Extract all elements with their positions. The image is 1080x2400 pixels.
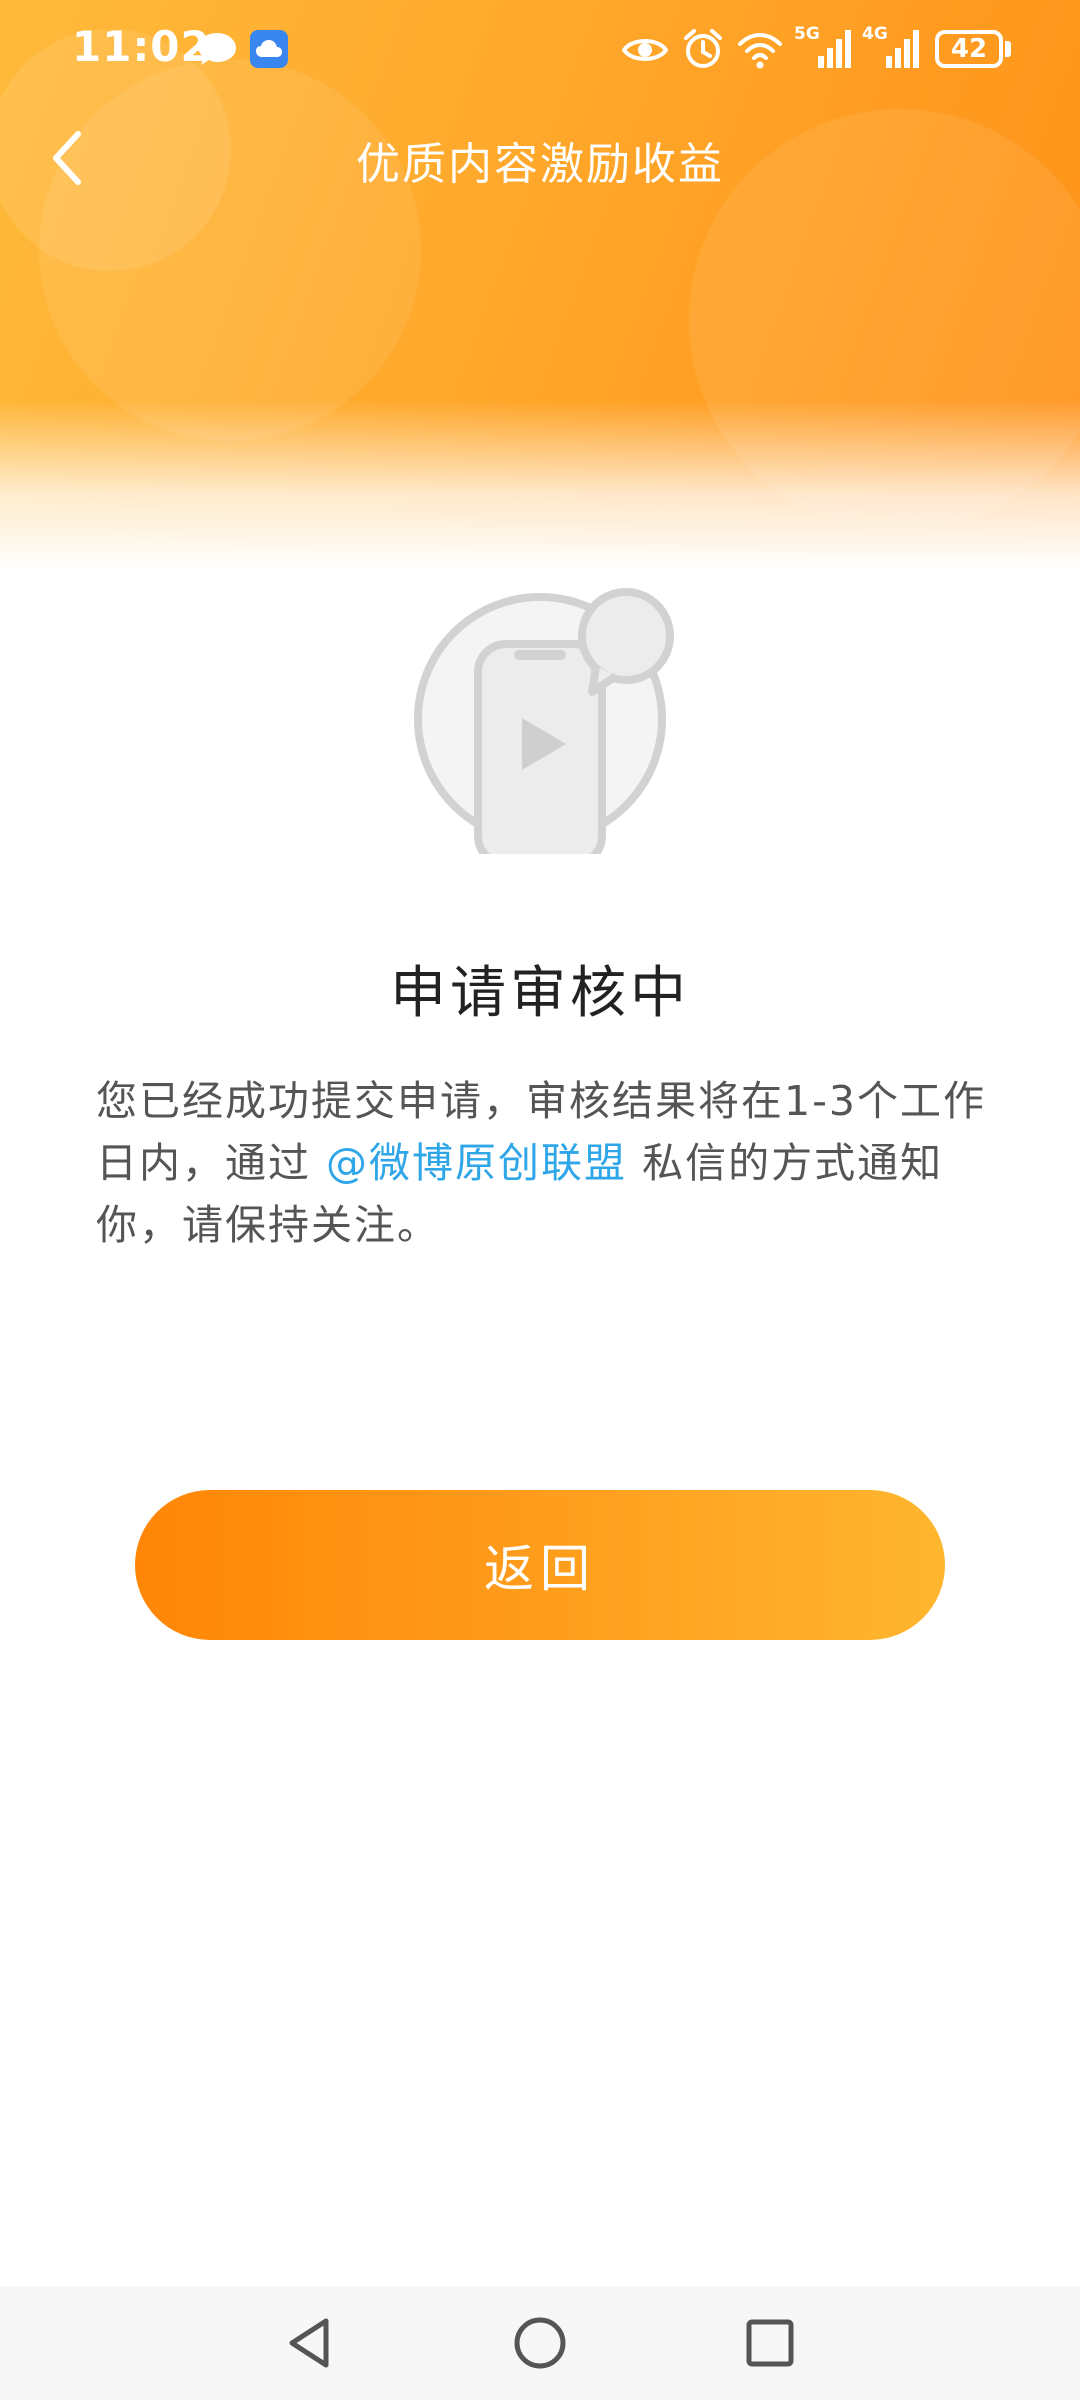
system-home-button[interactable] [505, 2308, 575, 2378]
status-title: 申请审核中 [390, 961, 690, 1026]
mention-link[interactable]: @微博原创联盟 [326, 1139, 627, 1187]
alarm-icon [682, 28, 724, 74]
battery-level: 42 [950, 34, 988, 64]
signal-5g-icon: 5G [794, 24, 852, 74]
wifi-icon [736, 30, 784, 74]
triangle-back-icon [289, 2318, 329, 2368]
header-fade [0, 400, 1080, 570]
phone-video-chat-icon [410, 584, 680, 868]
page-title: 优质内容激励收益 [356, 139, 724, 190]
cloud-app-icon [250, 30, 288, 68]
return-button[interactable]: 返回 [135, 1490, 945, 1640]
system-back-button[interactable] [275, 2308, 345, 2378]
square-recents-icon [746, 2319, 794, 2367]
battery-icon: 42 [935, 30, 1003, 68]
status-time: 11:02 [72, 22, 211, 71]
eye-icon [621, 34, 669, 70]
circle-home-icon [514, 2317, 566, 2369]
chat-bubble-icon [196, 30, 238, 68]
battery-tip [1005, 41, 1011, 57]
signal-4g-label: 4G [862, 24, 888, 44]
top-nav-bar: 优质内容激励收益 [0, 100, 1080, 210]
status-description: 您已经成功提交申请，审核结果将在1-3个工作日内，通过 @微博原创联盟 私信的方… [96, 1070, 992, 1256]
signal-4g-icon: 4G [862, 24, 920, 74]
status-bar: 11:02 5G 4G 42 [0, 0, 1080, 100]
system-nav-bar [0, 2286, 1080, 2400]
system-recents-button[interactable] [735, 2308, 805, 2378]
signal-5g-label: 5G [794, 24, 820, 44]
